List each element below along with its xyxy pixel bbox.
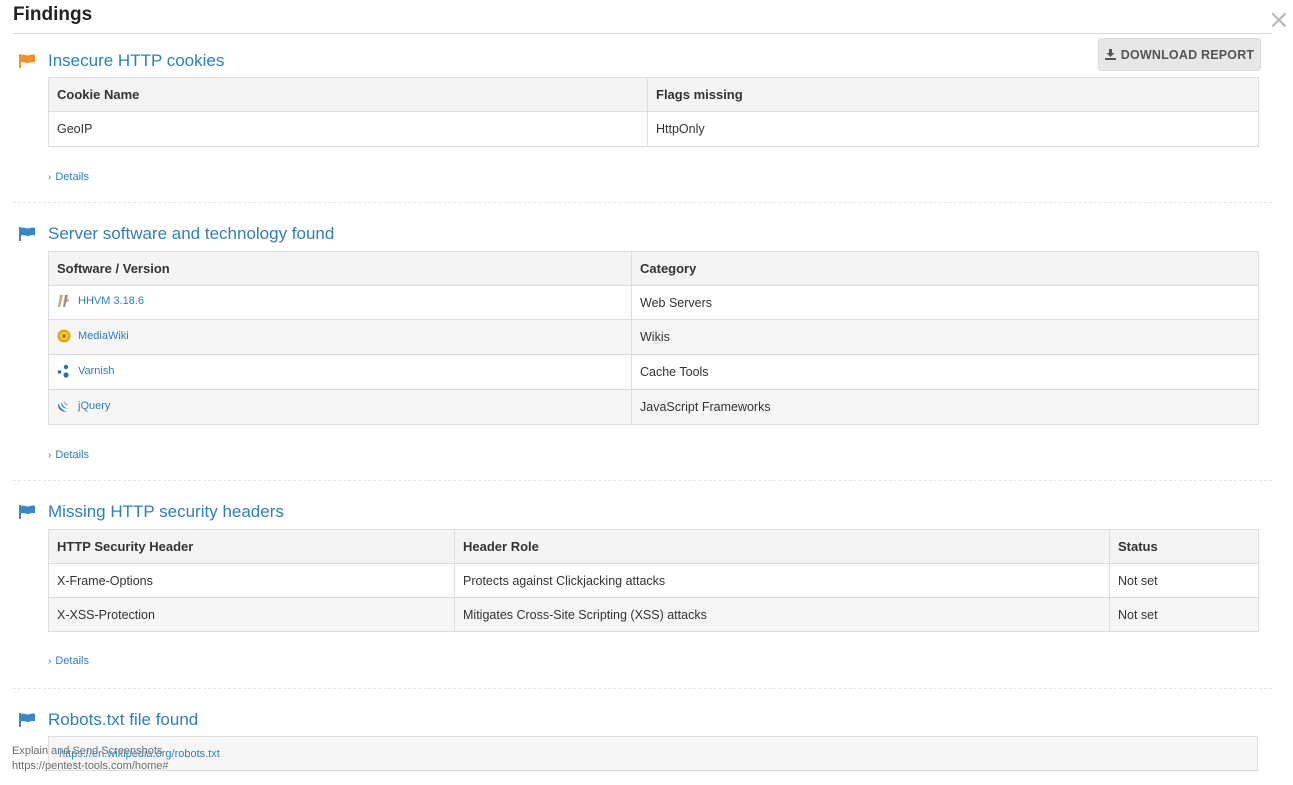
software-name: Varnish — [78, 364, 115, 377]
details-label: Details — [55, 655, 89, 667]
table-row: Varnish Cache Tools — [48, 354, 1259, 390]
software-name: HHVM 3.18.6 — [78, 295, 145, 307]
software-name: jQuery — [78, 399, 111, 412]
column-header: Cookie Name — [48, 77, 648, 112]
security-headers-table: HTTP Security Header Header Role Status … — [48, 529, 1259, 632]
cookies-table: Cookie Name Flags missing GeoIP HttpOnly — [48, 77, 1259, 147]
section-title[interactable]: Insecure HTTP cookies — [48, 51, 224, 71]
flag-icon-orange — [19, 54, 35, 68]
column-header: Flags missing — [647, 77, 1259, 112]
cookie-name-cell: GeoIP — [48, 111, 648, 147]
dialog-title: Findings — [13, 4, 93, 25]
table-row: jQuery JavaScript Frameworks — [48, 389, 1259, 425]
table-row: MediaWiki Wikis — [48, 319, 1259, 355]
header-role-cell: Protects against Clickjacking attacks — [454, 563, 1110, 598]
software-cell: MediaWiki — [48, 319, 632, 355]
header-status-cell: Not set — [1109, 597, 1259, 632]
column-header: Header Role — [454, 529, 1110, 564]
details-toggle[interactable]: › Details — [48, 171, 89, 183]
mediawiki-icon — [57, 329, 71, 342]
column-header: Software / Version — [48, 251, 632, 286]
table-row: GeoIP HttpOnly — [48, 111, 1259, 147]
software-link-mediawiki[interactable]: MediaWiki — [57, 329, 129, 343]
software-cell: Varnish — [48, 354, 632, 390]
header-role-cell: Mitigates Cross-Site Scripting (XSS) att… — [454, 597, 1110, 632]
section-divider — [13, 480, 1272, 481]
section-missing-headers: Missing HTTP security headers HTTP Secur… — [13, 499, 1272, 689]
category-cell: Cache Tools — [631, 354, 1259, 390]
close-icon[interactable]: × — [1268, 7, 1290, 33]
section-insecure-cookies: Insecure HTTP cookies Cookie Name Flags … — [13, 48, 1272, 203]
column-header: Status — [1109, 529, 1259, 564]
header-status-cell: Not set — [1109, 563, 1259, 598]
section-title[interactable]: Robots.txt file found — [48, 710, 198, 730]
header-name-cell: X-XSS-Protection — [48, 597, 455, 632]
table-row: X-Frame-Options Protects against Clickja… — [48, 563, 1259, 598]
flag-icon-blue — [19, 227, 35, 241]
details-toggle[interactable]: › Details — [48, 655, 89, 667]
chevron-right-icon: › — [48, 172, 52, 183]
chevron-right-icon: › — [48, 450, 52, 461]
section-divider — [13, 688, 1272, 689]
varnish-icon — [57, 364, 69, 378]
header-name-cell: X-Frame-Options — [48, 563, 455, 598]
table-row: HHVM 3.18.6 Web Servers — [48, 285, 1259, 320]
section-divider — [13, 202, 1272, 203]
software-name: MediaWiki — [78, 329, 129, 342]
status-url: https://pentest-tools.com/home# — [12, 760, 169, 772]
section-title[interactable]: Server software and technology found — [48, 224, 334, 244]
section-robots: Robots.txt file found https://en.wikiped… — [13, 707, 1272, 777]
flag-icon-blue — [19, 713, 35, 727]
software-link-varnish[interactable]: Varnish — [57, 364, 114, 378]
title-divider — [13, 33, 1272, 34]
section-server-software: Server software and technology found Sof… — [13, 221, 1272, 481]
column-header: HTTP Security Header — [48, 529, 455, 564]
category-cell: JavaScript Frameworks — [631, 389, 1259, 425]
details-label: Details — [55, 171, 89, 183]
category-cell: Wikis — [631, 319, 1259, 355]
software-cell: HHVM 3.18.6 — [48, 285, 632, 320]
flag-icon-blue — [19, 505, 35, 519]
chevron-right-icon: › — [48, 656, 52, 667]
jquery-icon — [58, 400, 69, 412]
category-cell: Web Servers — [631, 285, 1259, 320]
section-title[interactable]: Missing HTTP security headers — [48, 502, 284, 522]
table-row: X-XSS-Protection Mitigates Cross-Site Sc… — [48, 597, 1259, 632]
details-label: Details — [55, 449, 89, 461]
robots-box: https://en.wikipedia.org/robots.txt — [48, 736, 1258, 771]
software-cell: jQuery — [48, 389, 632, 425]
flags-missing-cell: HttpOnly — [647, 111, 1259, 147]
column-header: Category — [631, 251, 1259, 286]
software-link-hhvm[interactable]: HHVM 3.18.6 — [57, 294, 144, 308]
details-toggle[interactable]: › Details — [48, 449, 89, 461]
overlay-text: Explain and Send Screenshots — [12, 745, 163, 757]
hhvm-icon — [58, 295, 69, 307]
software-link-jquery[interactable]: jQuery — [57, 399, 110, 413]
software-table: Software / Version Category HHVM 3.18.6 … — [48, 251, 1259, 425]
